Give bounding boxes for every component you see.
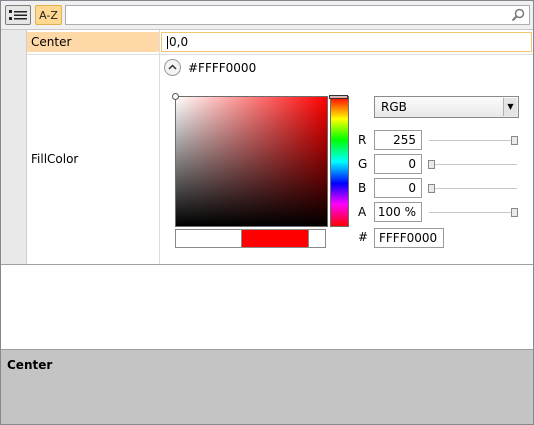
alpha-label: A [358,205,367,219]
alphabetical-view-button[interactable]: A-Z [35,5,62,25]
color-preview [175,229,326,248]
alpha-slider-thumb[interactable] [511,208,518,217]
saturation-value-picker[interactable] [172,93,328,227]
property-list: Center 0,0 FillColor #FFFF0000 RGB ▼ R 2… [1,30,533,265]
green-label: G [358,157,368,171]
hue-slider[interactable] [329,95,349,227]
dropdown-arrow-icon[interactable]: ▼ [503,98,517,116]
chevron-up-icon [168,64,177,70]
column-divider[interactable] [159,30,160,264]
alpha-slider[interactable] [429,212,517,213]
current-color-swatch [241,230,309,247]
property-value-center-input[interactable]: 0,0 [161,32,532,52]
color-picker-handle[interactable] [172,93,179,100]
categorized-list-icon [9,10,27,20]
description-title: Center [7,358,53,372]
red-input[interactable]: 255 [374,130,422,150]
red-slider[interactable] [429,140,517,141]
collapse-color-editor-button[interactable] [164,59,181,76]
description-panel: Center [1,349,533,424]
text-caret [167,36,168,49]
green-slider[interactable] [429,164,517,165]
categorized-view-button[interactable] [5,5,31,25]
color-hex-display: #FFFF0000 [188,61,257,75]
property-grid: A-Z Center 0,0 FillColor #FFFF0000 RGB ▼… [0,0,534,425]
row-divider [27,54,533,55]
blue-slider[interactable] [429,188,517,189]
hue-slider-handle[interactable] [329,95,348,99]
property-label: FillColor [31,152,79,166]
green-slider-thumb[interactable] [428,160,435,169]
property-name-center[interactable]: Center [27,32,159,52]
hex-input[interactable]: FFFF0000 [374,228,444,248]
row-gutter [1,30,27,264]
blue-slider-thumb[interactable] [428,184,435,193]
blue-label: B [358,181,367,195]
property-value-text: 0,0 [169,35,189,49]
red-slider-thumb[interactable] [511,136,518,145]
color-mode-select[interactable]: RGB ▼ [374,96,519,118]
property-label: Center [31,35,72,49]
alphabetical-label: A-Z [39,8,58,22]
search-input[interactable] [65,5,530,25]
color-mode-value: RGB [381,100,407,114]
red-label: R [358,133,367,147]
toolbar: A-Z [1,1,533,30]
property-name-fillcolor[interactable]: FillColor [31,152,78,166]
green-input[interactable]: 0 [374,154,422,174]
hex-label: # [358,230,369,244]
search-icon[interactable] [511,8,525,22]
blue-input[interactable]: 0 [374,178,422,198]
alpha-input[interactable]: 100 % [374,202,422,222]
